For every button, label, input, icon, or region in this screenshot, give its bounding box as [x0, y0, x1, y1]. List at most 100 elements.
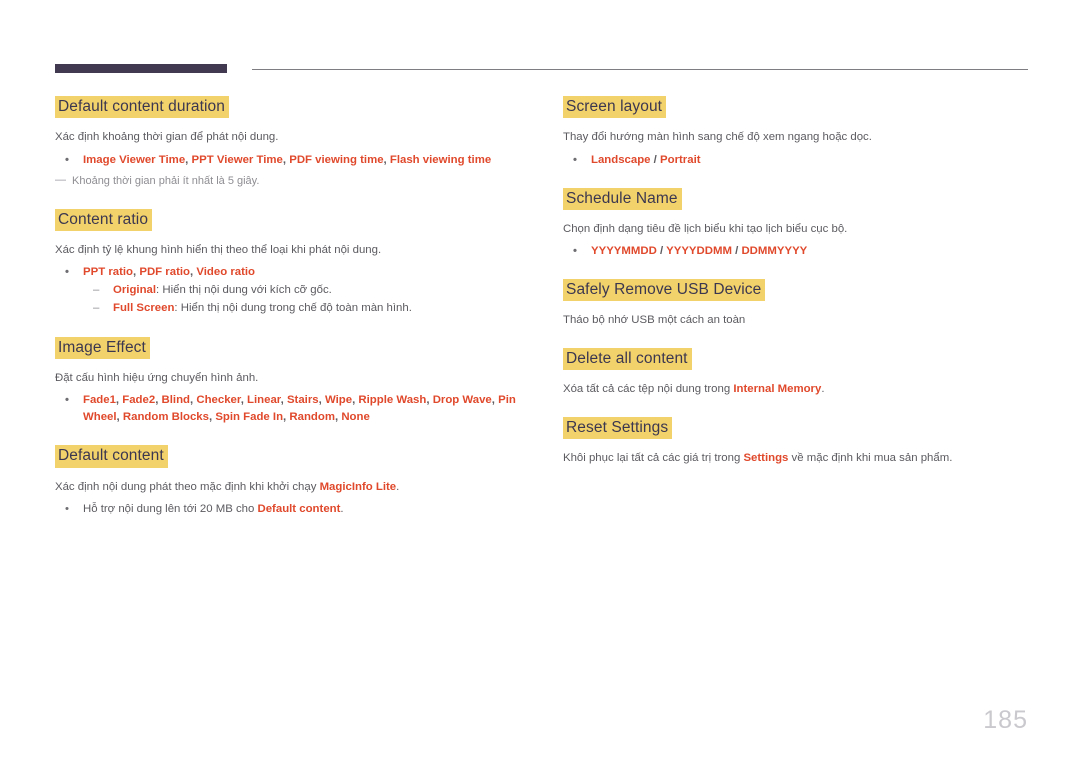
option-list: • YYYYMMDD / YYYYDDMM / DDMMYYYY: [563, 243, 1038, 260]
text-run: Checker: [196, 394, 241, 407]
setting-block: Delete all content Xóa tất cả các tệp nội…: [563, 347, 1038, 398]
header-divider-line: [252, 69, 1028, 70]
text-run: Portrait: [660, 153, 701, 166]
list-item-label: YYYYMMDD / YYYYDDMM / DDMMYYYY: [591, 245, 807, 257]
text-run: Default content: [257, 503, 341, 516]
setting-block: Content ratio Xác định tỷ lệ khung hình h…: [55, 208, 535, 318]
left-column: Default content duration Xác định khoảng …: [55, 96, 535, 518]
header-accent-bar: [55, 64, 227, 73]
text-run: : Hiển thị nội dung trong chế độ toàn mà…: [174, 301, 412, 314]
section-heading-highlight: Reset Settings: [563, 416, 673, 439]
bullet-dot-icon: •: [573, 245, 577, 258]
list-item-label: Landscape / Portrait: [591, 154, 701, 166]
section-heading: Delete all content: [563, 347, 1038, 370]
list-item-label: Image Viewer Time, PPT Viewer Time, PDF …: [83, 154, 491, 166]
text-run: Hỗ trợ nội dung lên tới 20 MB cho: [83, 503, 258, 516]
text-run: Landscape: [591, 153, 651, 166]
text-run: Fade1: [83, 394, 116, 407]
section-note-text: Khoảng thời gian phải ít nhất là 5 giây.: [72, 174, 260, 187]
text-run: Stairs: [286, 394, 319, 407]
text-run: Xác định nội dung phát theo mặc định khi…: [55, 480, 320, 493]
setting-block: Image Effect Đặt cấu hình hiệu ứng chuyển…: [55, 336, 535, 427]
text-run: Fade2: [122, 394, 156, 407]
section-heading: Schedule Name: [563, 187, 1038, 210]
section-heading-highlight: Default content: [55, 445, 168, 468]
section-heading-highlight: Image Effect: [55, 336, 150, 359]
sub-option-list: – Original: Hiển thị nội dung với kích cỡ…: [83, 282, 535, 317]
list-item-label: Hỗ trợ nội dung lên tới 20 MB cho Defaul…: [83, 503, 344, 515]
text-run: .: [821, 383, 825, 395]
section-description: Khôi phục lại tất cả các giá trị trong S…: [563, 450, 1038, 467]
text-run: Linear: [247, 394, 281, 407]
list-item-label: Fade1, Fade2, Blind, Checker, Linear, St…: [83, 394, 516, 423]
section-description: Xóa tất cả các tệp nội dung trong Intern…: [563, 381, 1038, 398]
text-run: MagicInfo Lite: [319, 480, 397, 493]
text-run: PPT Viewer Time: [191, 153, 283, 166]
text-run: DDMMYYYY: [741, 245, 808, 258]
text-run: Spin Fade In: [215, 411, 284, 424]
section-description: Xác định nội dung phát theo mặc định khi…: [55, 479, 535, 496]
list-item: • Image Viewer Time, PPT Viewer Time, PDF…: [55, 152, 535, 169]
list-item: • Fade1, Fade2, Blind, Checker, Linear, S…: [55, 392, 535, 426]
option-list: • Hỗ trợ nội dung lên tới 20 MB cho Defau…: [55, 501, 535, 518]
text-run: về mặc định khi mua sản phẩm.: [788, 451, 953, 464]
list-item: • Hỗ trợ nội dung lên tới 20 MB cho Defau…: [55, 501, 535, 518]
section-heading-highlight: Delete all content: [563, 347, 692, 370]
setting-block: Safely Remove USB Device Tháo bộ nhớ USB …: [563, 279, 1038, 329]
text-run: Blind: [161, 394, 191, 407]
sub-list-item: – Full Screen: Hiển thị nội dung trong ch…: [83, 300, 535, 318]
section-heading: Screen layout: [563, 96, 1038, 119]
text-run: Settings: [743, 451, 789, 464]
section-heading-highlight: Safely Remove USB Device: [563, 279, 766, 302]
bullet-dot-icon: •: [65, 394, 69, 407]
text-run: /: [650, 153, 661, 166]
sub-list-item: – Original: Hiển thị nội dung với kích cỡ…: [83, 282, 535, 300]
section-description: Thay đổi hướng màn hình sang chế độ xem …: [563, 131, 872, 144]
section-heading: Default content: [55, 445, 535, 468]
text-run: Random Blocks: [122, 411, 209, 424]
text-run: Wipe: [324, 394, 353, 407]
manual-page: Default content duration Xác định khoảng …: [0, 0, 1080, 763]
text-run: PDF ratio: [139, 266, 190, 279]
section-heading: Safely Remove USB Device: [563, 279, 1038, 302]
text-run: Random: [289, 411, 335, 424]
section-heading-highlight: Screen layout: [563, 96, 667, 119]
note-dash-icon: —: [55, 173, 66, 186]
section-heading: Image Effect: [55, 336, 535, 359]
text-run: Drop Wave: [432, 394, 492, 407]
sub-list-item-label: Original: Hiển thị nội dung với kích cỡ …: [113, 284, 332, 296]
text-run: : Hiển thị nội dung với kích cỡ gốc.: [156, 284, 332, 297]
option-list: • PPT ratio, PDF ratio, Video ratio – Origi…: [55, 264, 535, 317]
text-run: Image Viewer Time: [83, 153, 186, 166]
text-run: Original: [113, 284, 157, 297]
section-description: Tháo bộ nhớ USB một cách an toàn: [563, 314, 746, 327]
text-run: /: [656, 245, 667, 258]
right-column: Screen layout Thay đổi hướng màn hình san…: [563, 96, 1038, 466]
section-heading-highlight: Schedule Name: [563, 187, 682, 210]
bullet-dot-icon: •: [65, 153, 69, 166]
setting-block: Default content Xác định nội dung phát th…: [55, 445, 535, 518]
list-item: • PPT ratio, PDF ratio, Video ratio – Origi…: [55, 264, 535, 317]
setting-block: Default content duration Xác định khoảng …: [55, 96, 535, 190]
text-run: Video ratio: [196, 266, 255, 279]
text-run: Full Screen: [113, 301, 175, 314]
sub-list-item-label: Full Screen: Hiển thị nội dung trong chế…: [113, 302, 412, 314]
list-item: • Landscape / Portrait: [563, 152, 1038, 169]
text-run: PPT ratio: [83, 266, 134, 279]
setting-block: Screen layout Thay đổi hướng màn hình san…: [563, 96, 1038, 169]
text-run: YYYYMMDD: [591, 245, 657, 258]
dash-marker-icon: –: [93, 284, 100, 297]
section-description: Xác định khoảng thời gian để phát nội du…: [55, 131, 279, 144]
text-run: Flash viewing time: [389, 153, 492, 166]
section-heading-highlight: Content ratio: [55, 208, 153, 231]
text-run: PDF viewing time: [289, 153, 384, 166]
section-heading: Reset Settings: [563, 416, 1038, 439]
section-description: Xác định tỷ lệ khung hình hiển thị theo …: [55, 243, 382, 256]
dash-marker-icon: –: [93, 301, 100, 314]
text-run: .: [396, 480, 400, 493]
section-description: Chọn định dạng tiêu đề lịch biểu khi tạo…: [563, 222, 848, 235]
text-run: Ripple Wash: [358, 394, 427, 407]
option-list: • Image Viewer Time, PPT Viewer Time, PDF…: [55, 152, 535, 169]
option-list: • Fade1, Fade2, Blind, Checker, Linear, S…: [55, 392, 535, 426]
section-heading-highlight: Default content duration: [55, 96, 229, 119]
